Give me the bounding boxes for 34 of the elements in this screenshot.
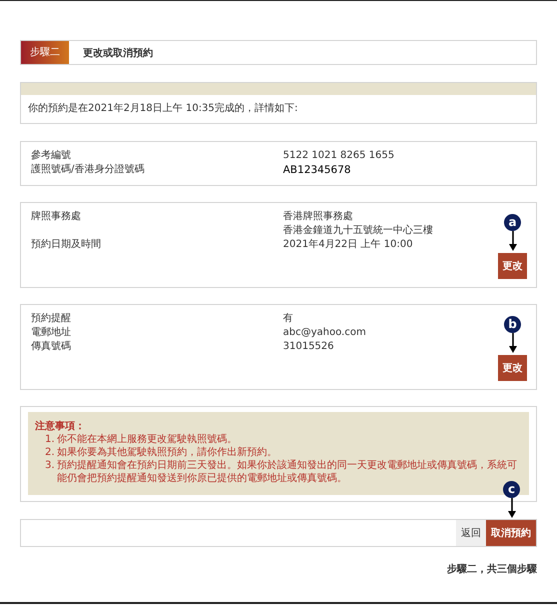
step-badge: 步驟二 <box>21 41 69 64</box>
callout-marker: b <box>504 316 521 333</box>
field-label: 預約日期及時間 <box>31 238 102 252</box>
note-text: 你不能在本網上服務更改駕駛執照號碼。 <box>57 433 237 446</box>
arrow-icon <box>508 231 516 251</box>
field-value: AB12345678 <box>283 163 352 177</box>
field-value: 有 <box>283 312 294 326</box>
field-value: 2021年4月22日 上午 10:00 <box>283 238 414 252</box>
edit-button[interactable]: 更改 <box>498 253 527 279</box>
note-number: 1. <box>45 433 56 446</box>
field-value: 31015526 <box>283 340 335 354</box>
field-label: 電郵地址 <box>31 326 72 340</box>
field-value: abc@yahoo.com <box>283 326 366 340</box>
field-label: 傳真號碼 <box>31 340 72 354</box>
notes-title: 注意事項： <box>35 420 86 433</box>
cancel-button[interactable]: 取消預約 <box>486 520 536 546</box>
back-button[interactable]: 返回 <box>456 520 486 546</box>
note-number: 3. <box>45 459 56 473</box>
step-counter: 步驟二，共三個步驟 <box>446 562 537 576</box>
step-title: 更改或取消預約 <box>82 46 153 60</box>
field-label: 預約提醒 <box>31 312 72 326</box>
callout-marker: a <box>504 214 521 231</box>
field-value: 香港牌照事務處 <box>283 210 354 224</box>
note-text: 如果你要為其他駕駛執照預約，請你作出新預約。 <box>57 446 277 459</box>
field-value: 香港金鐘道九十五號統一中心三樓 <box>283 224 433 238</box>
field-value: 5122 1021 8265 1655 <box>283 149 394 163</box>
note-number: 2. <box>45 446 56 459</box>
field-label: 護照號碼/香港身分證號碼 <box>31 163 146 177</box>
arrow-icon <box>508 333 516 353</box>
arrow-icon <box>508 498 516 518</box>
intro-text: 你的預約是在2021年2月18日上午 10:35完成的，詳情如下: <box>27 102 299 116</box>
field-label: 參考編號 <box>31 149 72 163</box>
field-label: 牌照事務處 <box>31 210 82 224</box>
edit-button[interactable]: 更改 <box>498 355 527 381</box>
